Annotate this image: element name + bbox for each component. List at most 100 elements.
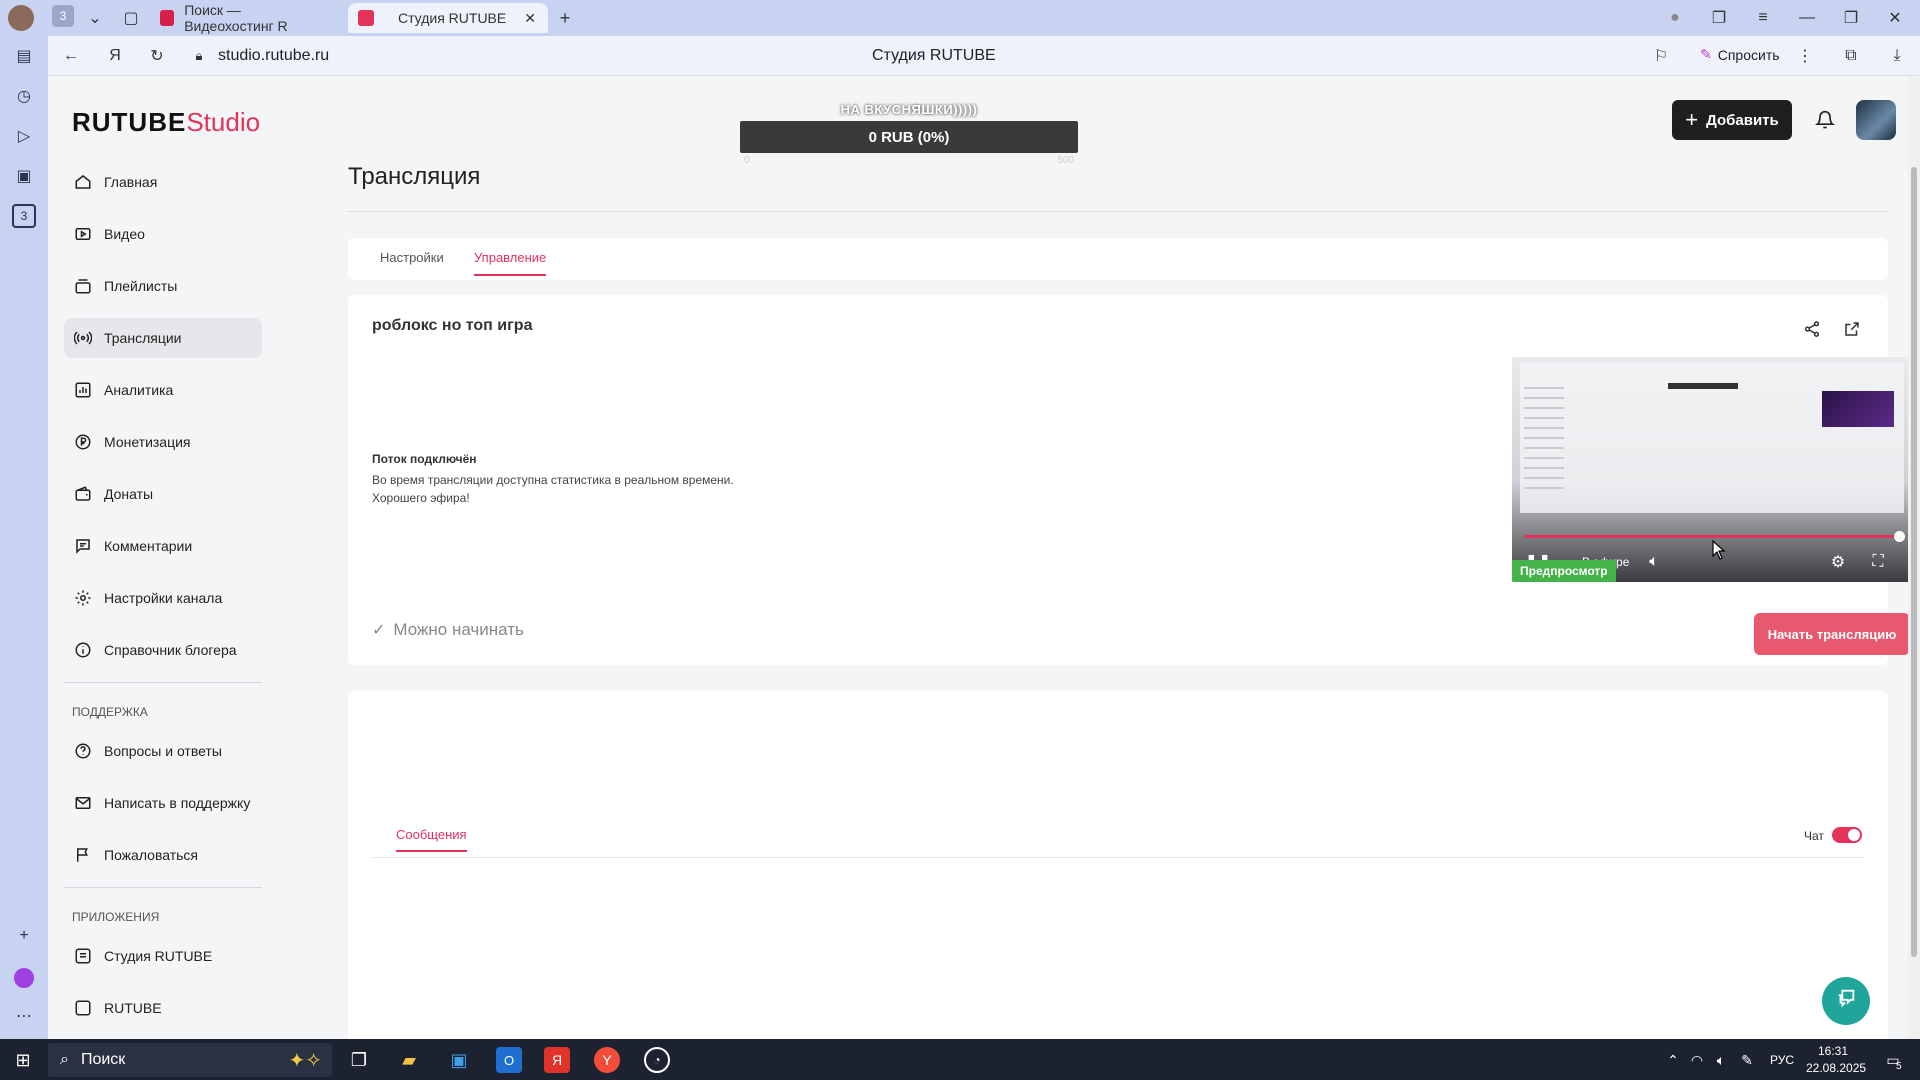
taskbar-search[interactable]: ⌕ Поиск ✦✧ [48, 1043, 332, 1077]
file-explorer-icon[interactable]: ▰ [396, 1047, 422, 1073]
sidebar-item-rutube-app[interactable]: RUTUBE [64, 988, 262, 1028]
kebab-icon[interactable]: ⋮ [1792, 43, 1818, 69]
volume-icon[interactable]: 🔈︎ [1642, 551, 1666, 573]
chevron-down-icon[interactable]: ⌄ [82, 5, 108, 31]
speaker-icon[interactable]: 🔈︎ [1708, 1047, 1734, 1073]
minimize-icon[interactable]: — [1794, 5, 1820, 31]
rutube-studio-logo[interactable]: RUTUBEStudio [72, 107, 260, 138]
tab-management[interactable]: Управление [474, 250, 547, 276]
add-button[interactable]: + Добавить [1672, 100, 1792, 140]
ready-label: Можно начинать [393, 620, 524, 639]
sidebar-item-faq[interactable]: Вопросы и ответы [64, 731, 262, 771]
play-icon[interactable]: ▷ [12, 124, 36, 148]
chevron-up-icon[interactable]: ⌃ [1660, 1047, 1686, 1073]
task-view-icon[interactable]: ❐ [346, 1047, 372, 1073]
wifi-icon[interactable]: ◠ [1684, 1047, 1710, 1073]
settings-icon[interactable]: ⚙ [1826, 551, 1850, 573]
address-bar: ← Я ↻ 🔒︎ studio.rutube.ru Студия RUTUBE … [48, 36, 1920, 76]
ready-indicator: ✓ Можно начинать [372, 620, 524, 640]
sidebar-item-report[interactable]: Пожаловаться [64, 835, 262, 875]
fullscreen-icon[interactable]: ⛶ [1866, 551, 1890, 573]
more-icon[interactable]: ⋯ [12, 1004, 36, 1028]
notifications-icon[interactable]: ▭ [1880, 1047, 1906, 1073]
sidebar-item-channel-settings[interactable]: Настройки канала [64, 578, 262, 618]
sidebar-item-blogger-guide[interactable]: Справочник блогера [64, 630, 262, 670]
sidebar-item-comments[interactable]: Комментарии [64, 526, 262, 566]
yandex-icon[interactable]: Я [102, 43, 128, 69]
sidebar-item-label: Настройки канала [104, 590, 223, 606]
yandex-app-icon[interactable]: Я [544, 1047, 570, 1073]
preview-screen-sidebar [1524, 387, 1564, 497]
sidebar-item-donations[interactable]: Донаты [64, 474, 262, 514]
history-icon[interactable]: ◷ [12, 84, 36, 108]
counter-badge[interactable]: 3 [12, 204, 36, 228]
tab-messages[interactable]: Сообщения [396, 827, 467, 852]
browser-tab-studio[interactable]: Студия RUTUBE ✕ [348, 3, 548, 33]
new-tab-icon[interactable]: + [552, 5, 578, 31]
sidebar-item-video[interactable]: Видео [64, 214, 262, 254]
sidebar-item-playlists[interactable]: Плейлисты [64, 266, 262, 306]
status-line: Во время трансляции доступна статистика … [372, 473, 734, 487]
page-title-text: Студия RUTUBE [872, 47, 996, 64]
add-icon[interactable]: + [12, 924, 36, 948]
sidebar-item-analytics[interactable]: Аналитика [64, 370, 262, 410]
playlist-icon [72, 275, 94, 297]
share-icon[interactable] [1800, 317, 1824, 341]
sidebar-item-home[interactable]: Главная [64, 162, 262, 202]
reload-icon[interactable]: ↻ [144, 43, 170, 69]
gear-icon [72, 587, 94, 609]
user-icon[interactable]: ● [1662, 5, 1688, 31]
sidebar-item-label: Вопросы и ответы [104, 743, 222, 759]
pen-icon[interactable]: ✎ [1734, 1047, 1760, 1073]
stream-preview[interactable]: ❚❚ В эфире 🔈︎ ⚙ ⛶ Предпросмотр [1512, 357, 1908, 582]
alice-icon[interactable] [14, 968, 34, 988]
external-link-icon[interactable] [1840, 317, 1864, 341]
bell-icon[interactable] [1812, 107, 1838, 133]
yandex-browser-icon[interactable]: Y [594, 1047, 620, 1073]
chat-bubble-icon [1835, 987, 1857, 1015]
support-chat-button[interactable] [1822, 977, 1870, 1025]
chat-toggle[interactable] [1832, 827, 1862, 843]
donation-amount: 0 RUB (0%) [868, 128, 950, 146]
notes-icon[interactable]: ▤ [12, 44, 36, 68]
menu-icon[interactable]: ≡ [1750, 5, 1776, 31]
restore-icon[interactable]: ❐ [1838, 5, 1864, 31]
question-icon [72, 740, 94, 762]
download-icon[interactable]: ⤓ [1884, 43, 1910, 69]
browser-tab-search[interactable]: Поиск — Видеохостинг R [150, 2, 340, 34]
obs-icon[interactable]: ◔ [644, 1047, 670, 1073]
sidebar-item-monetization[interactable]: Монетизация [64, 422, 262, 462]
scrollbar-thumb[interactable] [1911, 167, 1917, 957]
clock-date[interactable]: 22.08.2025 [1806, 1061, 1866, 1075]
language-indicator[interactable]: РУС [1770, 1053, 1794, 1067]
collections-icon[interactable]: ❐ [1706, 5, 1732, 31]
store-icon[interactable]: ▣ [446, 1047, 472, 1073]
start-broadcast-button[interactable]: Начать трансляцию [1754, 613, 1908, 655]
back-icon[interactable]: ← [58, 43, 84, 69]
ask-button[interactable]: ✎ Спросить [1700, 46, 1780, 63]
add-button-label: Добавить [1706, 111, 1779, 129]
sidebar-item-label: RUTUBE [104, 1000, 162, 1016]
preview-screen-thumbnail [1822, 391, 1894, 427]
windows-start-icon[interactable]: ⊞ [10, 1047, 36, 1073]
extensions-icon[interactable]: ⧉ [1838, 43, 1864, 69]
window-close-icon[interactable]: ✕ [1882, 5, 1908, 31]
outlook-icon[interactable]: O [496, 1047, 522, 1073]
close-icon[interactable]: ✕ [524, 10, 536, 27]
sidebar-item-broadcasts[interactable]: Трансляции [64, 318, 262, 358]
url-text[interactable]: studio.rutube.ru [218, 47, 329, 65]
preview-progress-bar[interactable] [1524, 535, 1900, 538]
sidebar-item-studio-app[interactable]: Студия RUTUBE [64, 936, 262, 976]
preview-progress-knob[interactable] [1894, 531, 1905, 542]
tab-settings[interactable]: Настройки [380, 250, 444, 265]
clock-time[interactable]: 16:31 [1818, 1044, 1848, 1058]
gallery-icon[interactable]: ▣ [12, 164, 36, 188]
tab-count-badge[interactable]: 3 [52, 5, 74, 27]
bookmark-icon[interactable]: ⚐ [1648, 43, 1674, 69]
mouse-cursor-icon [1712, 540, 1726, 560]
avatar[interactable] [1856, 100, 1896, 140]
analytics-icon [72, 379, 94, 401]
profile-avatar[interactable] [8, 5, 34, 31]
sidebar-item-write-support[interactable]: Написать в поддержку [64, 783, 262, 823]
page-scrollbar[interactable] [1908, 77, 1920, 1039]
